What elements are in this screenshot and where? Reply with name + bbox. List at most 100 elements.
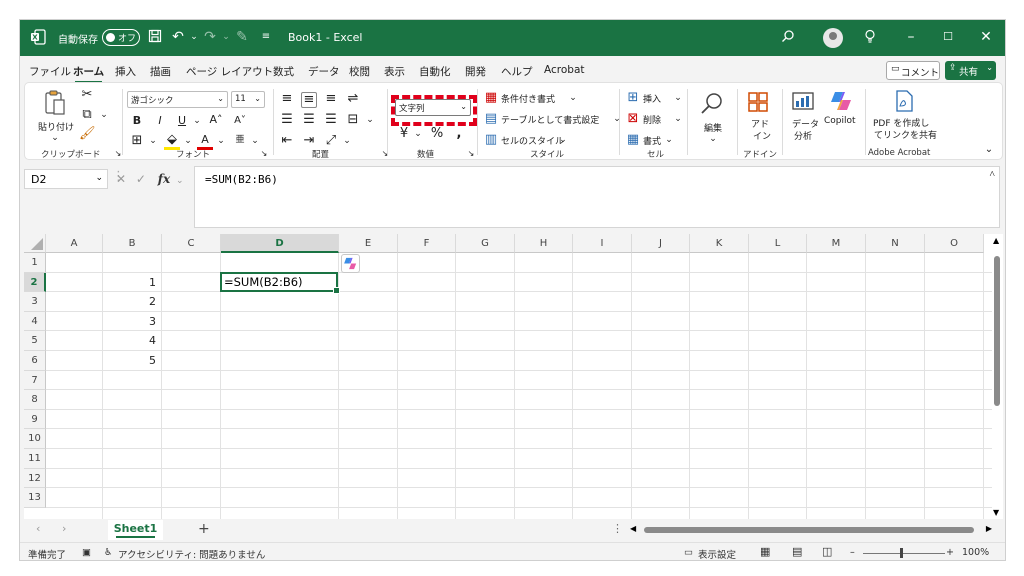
- zoom-out-icon[interactable]: –: [850, 547, 855, 558]
- align-middle-icon[interactable]: ≡: [301, 92, 317, 108]
- tab-help[interactable]: ヘルプ: [501, 64, 533, 79]
- format-cells-label[interactable]: 書式: [643, 134, 661, 147]
- format-dropdown-icon[interactable]: ⌄: [661, 133, 677, 147]
- tab-page-layout[interactable]: ページ レイアウト: [186, 64, 273, 79]
- name-box[interactable]: D2 ⌄: [24, 169, 108, 189]
- save-icon[interactable]: [147, 29, 163, 45]
- zoom-level[interactable]: 100%: [962, 547, 989, 558]
- font-size-select[interactable]: 11 ⌄: [231, 91, 265, 108]
- copy-icon[interactable]: ⧉: [79, 108, 95, 122]
- analyze-label-line2[interactable]: 分析: [794, 129, 812, 142]
- minimize-icon[interactable]: –: [903, 29, 919, 45]
- search-icon[interactable]: [699, 91, 725, 117]
- page-layout-view-icon[interactable]: ▤: [792, 545, 802, 558]
- sheet-tab-sheet1[interactable]: Sheet1: [108, 520, 163, 540]
- decrease-font-icon[interactable]: A˅: [232, 114, 248, 128]
- orientation-icon[interactable]: ⤢: [323, 134, 339, 148]
- tab-view[interactable]: 表示: [384, 64, 405, 79]
- row-header-9[interactable]: 9: [24, 409, 46, 430]
- tab-home[interactable]: ホーム: [73, 64, 104, 83]
- conditional-formatting-icon[interactable]: ▦: [483, 91, 499, 105]
- page-break-view-icon[interactable]: ◫: [822, 545, 832, 558]
- delete-cells-label[interactable]: 削除: [643, 113, 661, 126]
- more-icon[interactable]: ⋮: [612, 522, 623, 535]
- format-cells-icon[interactable]: ▦: [625, 133, 641, 147]
- row-header-6[interactable]: 6: [24, 351, 46, 371]
- tab-formulas[interactable]: 数式: [273, 64, 294, 79]
- select-all-corner[interactable]: [24, 234, 46, 253]
- merge-dropdown-icon[interactable]: ⌄: [362, 113, 378, 127]
- row-header-1[interactable]: 1: [24, 253, 46, 273]
- copy-dropdown-icon[interactable]: ⌄: [96, 108, 112, 122]
- row-header-4[interactable]: 4: [24, 311, 46, 332]
- cancel-formula-icon[interactable]: ✕: [116, 172, 126, 186]
- customize-qat-icon[interactable]: ≡: [258, 29, 274, 45]
- row-header-7[interactable]: 7: [24, 370, 46, 391]
- insert-cells-icon[interactable]: ⊞: [625, 91, 641, 105]
- horizontal-scrollbar[interactable]: ◀ ▶: [630, 524, 992, 536]
- column-header-j[interactable]: J: [632, 234, 690, 253]
- tab-automate[interactable]: 自動化: [419, 64, 451, 79]
- cell-b3[interactable]: 2: [103, 292, 160, 311]
- row-header-2[interactable]: 2: [24, 272, 46, 293]
- scroll-right-icon[interactable]: ▶: [986, 524, 992, 533]
- tab-developer[interactable]: 開発: [465, 64, 486, 79]
- column-header-m[interactable]: M: [807, 234, 866, 253]
- conditional-dropdown-icon[interactable]: ⌄: [565, 91, 581, 105]
- accessibility-status[interactable]: アクセシビリティ: 問題ありません: [118, 547, 265, 560]
- next-sheet-icon[interactable]: ›: [62, 522, 66, 535]
- editing-dropdown-icon[interactable]: ⌄: [705, 132, 721, 146]
- undo-icon[interactable]: ↶: [170, 29, 186, 45]
- enter-formula-icon[interactable]: ✓: [136, 172, 146, 186]
- cell-styles-dropdown-icon[interactable]: ⌄: [555, 133, 571, 147]
- borders-dropdown-icon[interactable]: ⌄: [145, 134, 161, 148]
- format-as-table-icon[interactable]: ▤: [483, 112, 499, 126]
- column-header-g[interactable]: G: [456, 234, 515, 253]
- maximize-icon[interactable]: ☐: [940, 29, 956, 45]
- row-header-3[interactable]: 3: [24, 292, 46, 312]
- row-header-12[interactable]: 12: [24, 468, 46, 489]
- column-header-a[interactable]: A: [46, 234, 103, 253]
- analyze-data-icon[interactable]: [791, 91, 815, 113]
- insert-dropdown-icon[interactable]: ⌄: [670, 91, 686, 105]
- cell-b6[interactable]: 5: [103, 351, 160, 370]
- share-button[interactable]: ⇪ 共有 ⌄: [945, 61, 996, 80]
- zoom-in-icon[interactable]: +: [946, 547, 954, 558]
- align-center-icon[interactable]: ☰: [301, 113, 317, 127]
- tab-acrobat[interactable]: Acrobat: [544, 64, 585, 76]
- row-header-13[interactable]: 13: [24, 488, 46, 508]
- fill-color-dropdown-icon[interactable]: ⌄: [180, 134, 196, 148]
- align-right-icon[interactable]: ☰: [323, 113, 339, 127]
- table-dropdown-icon[interactable]: ⌄: [609, 112, 625, 126]
- scroll-left-icon[interactable]: ◀: [630, 524, 636, 533]
- search-icon[interactable]: [780, 29, 796, 45]
- vertical-scrollbar[interactable]: ▲ ▼: [992, 234, 1003, 519]
- active-cell-d2[interactable]: =SUM(B2:B6): [220, 271, 340, 294]
- worksheet-grid[interactable]: A B C D E F G H I J K L M N O 1 2 3 4 5 6 7 8 9 10 11 12 13 1 2 3 4 5 =SU…: [24, 234, 992, 519]
- font-launcher-icon[interactable]: ↘: [256, 147, 272, 161]
- addins-icon[interactable]: [747, 91, 769, 113]
- tab-review[interactable]: 校閲: [349, 64, 370, 79]
- copilot-label[interactable]: Copilot: [824, 116, 856, 126]
- tab-insert[interactable]: 挿入: [115, 64, 136, 79]
- alignment-launcher-icon[interactable]: ↘: [377, 147, 393, 161]
- insert-cells-label[interactable]: 挿入: [643, 92, 661, 105]
- delete-dropdown-icon[interactable]: ⌄: [670, 112, 686, 126]
- format-painter-icon[interactable]: 🖌: [79, 127, 96, 141]
- copilot-chip-icon[interactable]: [341, 254, 360, 273]
- column-header-l[interactable]: L: [749, 234, 807, 253]
- lightbulb-icon[interactable]: [862, 29, 878, 45]
- accessibility-icon[interactable]: ♿: [104, 547, 113, 558]
- row-header-11[interactable]: 11: [24, 449, 46, 469]
- column-header-i[interactable]: I: [573, 234, 632, 253]
- tab-draw[interactable]: 描画: [150, 64, 171, 79]
- add-sheet-icon[interactable]: +: [198, 521, 210, 537]
- addins-label-line2[interactable]: イン: [753, 129, 771, 142]
- bold-icon[interactable]: B: [129, 114, 145, 128]
- collapse-formula-bar-icon[interactable]: ˄: [989, 169, 995, 180]
- font-color-dropdown-icon[interactable]: ⌄: [213, 134, 229, 148]
- column-header-h[interactable]: H: [515, 234, 573, 253]
- cut-icon[interactable]: ✂: [79, 88, 95, 102]
- align-left-icon[interactable]: ☰: [279, 113, 295, 127]
- cell-b2[interactable]: 1: [103, 273, 160, 292]
